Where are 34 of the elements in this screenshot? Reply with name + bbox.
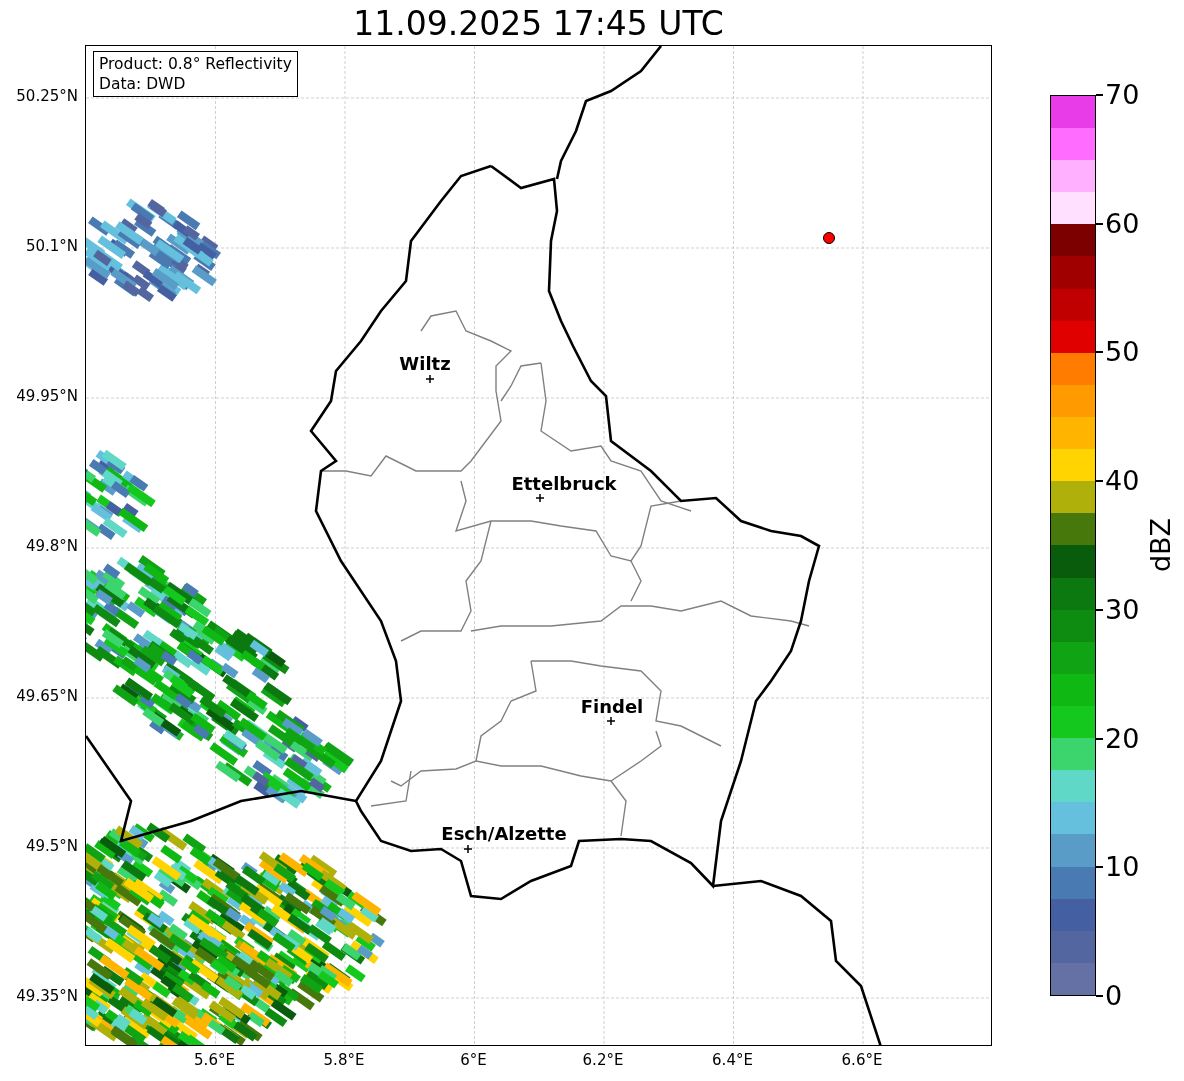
city-marker <box>535 493 545 503</box>
longitude-label: 6°E <box>460 1053 487 1068</box>
info-text: Data: DWD <box>99 74 187 94</box>
radar-site-marker <box>823 232 835 244</box>
city-marker <box>463 844 473 854</box>
latitude-label: 49.5°N <box>25 839 78 854</box>
latitude-label: 49.35°N <box>16 989 78 1004</box>
colorbar-tick-label: 50 <box>1105 338 1140 366</box>
city-label: Ettelbruck <box>511 473 617 494</box>
colorbar-tick-label: 40 <box>1105 467 1140 495</box>
latitude-label: 49.95°N <box>16 389 78 404</box>
info-text: Product: 0.8° Reflectivity <box>99 54 292 74</box>
colorbar-tick-label: 10 <box>1105 853 1140 881</box>
latitude-label: 49.8°N <box>25 539 78 554</box>
city-marker <box>425 374 435 384</box>
city-label: Esch/Alzette <box>441 823 567 844</box>
latitude-label: 50.1°N <box>25 239 78 254</box>
latitude-label: 49.65°N <box>16 689 78 704</box>
longitude-label: 5.6°E <box>194 1053 235 1068</box>
city-marker <box>606 716 616 726</box>
colorbar-tick-label: 20 <box>1105 724 1140 752</box>
city-label: Wiltz <box>399 353 451 374</box>
city-label: Findel <box>580 696 644 717</box>
colorbar-tick-label: 60 <box>1105 209 1140 237</box>
longitude-label: 6.2°E <box>582 1053 624 1068</box>
colorbar-tick-label: 30 <box>1105 595 1140 623</box>
colorbar-tick-label: 0 <box>1105 982 1123 1009</box>
longitude-label: 6.4°E <box>712 1053 753 1068</box>
longitude-label: 6.6°E <box>841 1053 883 1068</box>
colorbar-tick-label: 70 <box>1105 81 1140 108</box>
latitude-label: 50.25°N <box>16 89 78 104</box>
chart-title: 11.09.2025 17:45 UTC <box>352 3 725 45</box>
longitude-label: 5.8°E <box>323 1053 365 1068</box>
colorbar-label: dBZ <box>1144 517 1176 573</box>
